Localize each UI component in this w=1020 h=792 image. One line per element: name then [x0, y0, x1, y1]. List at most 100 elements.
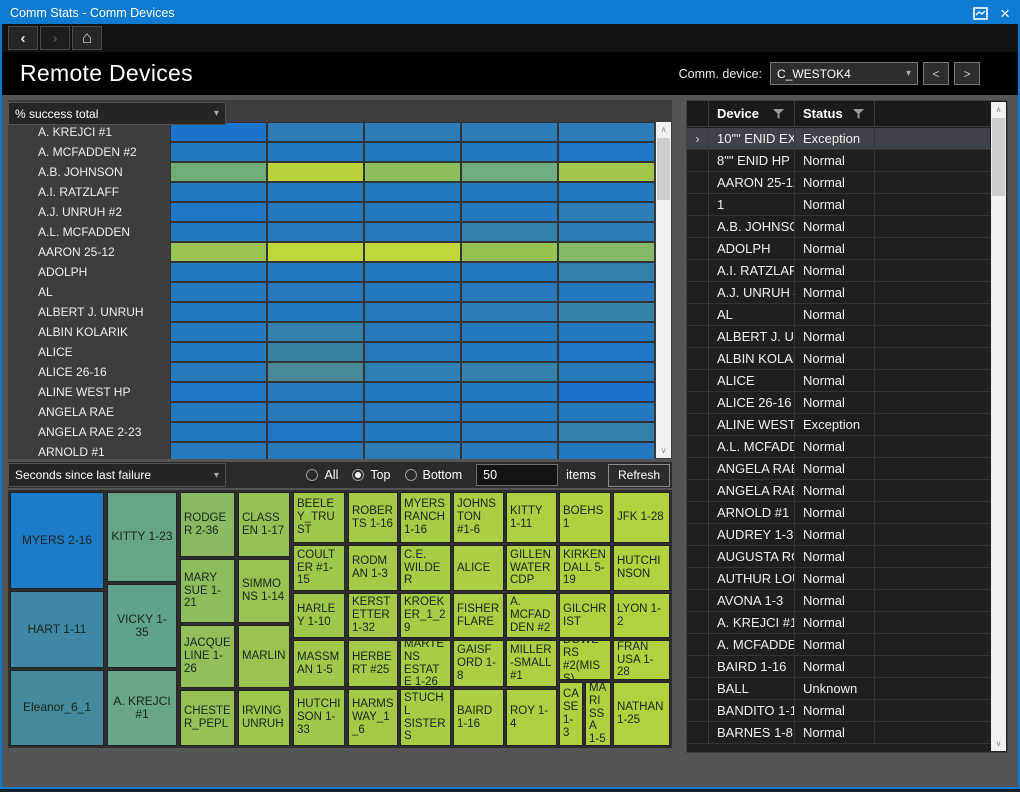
heatmap-cell[interactable]: [170, 302, 267, 322]
scroll-up-icon[interactable]: ∧: [656, 122, 671, 137]
treemap-cell[interactable]: GILLEN WATER CDP: [506, 545, 557, 591]
treemap-cell[interactable]: FISHER FLARE: [453, 593, 504, 638]
row-selector-cell[interactable]: [687, 392, 709, 413]
back-button[interactable]: ‹: [8, 26, 38, 50]
heatmap-cell[interactable]: [461, 202, 558, 222]
treemap-cell[interactable]: HARMSWAY_1_6: [348, 689, 398, 746]
treemap-cell[interactable]: LYON 1-2: [613, 593, 670, 638]
heatmap-cell[interactable]: [267, 222, 364, 242]
treemap-cell[interactable]: SIMMONS 1-14: [238, 559, 290, 623]
treemap-cell[interactable]: JACQUELINE 1-26: [180, 625, 235, 688]
trend-window-icon[interactable]: [973, 7, 988, 20]
treemap-cell[interactable]: RODMAN 1-3: [348, 545, 398, 591]
treemap-cell[interactable]: KROEKER_1_29: [400, 593, 451, 638]
heatmap-cell[interactable]: [461, 282, 558, 302]
treemap-cell[interactable]: STUCHL SISTERS: [400, 689, 451, 746]
table-row[interactable]: A.L. MCFADDENNormal: [687, 436, 990, 458]
heatmap-cell[interactable]: [461, 362, 558, 382]
scroll-down-icon[interactable]: ∨: [991, 736, 1006, 751]
device-column-header[interactable]: Device: [709, 101, 795, 126]
refresh-button[interactable]: Refresh: [608, 464, 670, 487]
row-selector-cell[interactable]: [687, 172, 709, 193]
treemap-cell[interactable]: BAIRD 1-16: [453, 689, 504, 746]
heatmap-cell[interactable]: [558, 182, 655, 202]
treemap-cell[interactable]: ROY 1-4: [506, 689, 557, 746]
treemap-cell[interactable]: A. KREJCI #1: [107, 670, 177, 746]
heatmap-cell[interactable]: [364, 222, 461, 242]
treemap-cell[interactable]: MARTENS ESTATE 1-26: [400, 640, 451, 687]
table-row[interactable]: A. MCFADDEN #2Normal: [687, 634, 990, 656]
home-button[interactable]: ⌂: [72, 26, 102, 50]
heatmap-cell[interactable]: [267, 342, 364, 362]
table-row[interactable]: ANGELA RAENormal: [687, 458, 990, 480]
row-selector-cell[interactable]: [687, 612, 709, 633]
row-selector-cell[interactable]: [687, 260, 709, 281]
heatmap-cell[interactable]: [558, 302, 655, 322]
treemap-cell[interactable]: Eleanor_6_1: [10, 670, 104, 746]
filter-icon[interactable]: [773, 109, 784, 119]
heatmap-cell[interactable]: [267, 322, 364, 342]
treemap-cell[interactable]: HUTCHISON 1-33: [293, 689, 345, 746]
table-row[interactable]: ALBERT J. UNRUHNormal: [687, 326, 990, 348]
table-row[interactable]: 8"" ENID HP MNormal: [687, 150, 990, 172]
heatmap-metric-select[interactable]: % success total ▾: [8, 102, 226, 125]
table-row[interactable]: ARNOLD #1Normal: [687, 502, 990, 524]
row-selector-cell[interactable]: [687, 678, 709, 699]
heatmap-cell[interactable]: [364, 402, 461, 422]
table-row[interactable]: 1Normal: [687, 194, 990, 216]
prev-device-button[interactable]: <: [923, 62, 949, 85]
row-selector-cell[interactable]: [687, 634, 709, 655]
row-selector-cell[interactable]: [687, 414, 709, 435]
next-device-button[interactable]: >: [954, 62, 980, 85]
heatmap-cell[interactable]: [364, 422, 461, 442]
heatmap-cell[interactable]: [364, 122, 461, 142]
heatmap-cell[interactable]: [364, 182, 461, 202]
treemap-cell[interactable]: VICKY 1-35: [107, 584, 177, 668]
heatmap-cell[interactable]: [558, 362, 655, 382]
table-row[interactable]: A.I. RATZLAFFNormal: [687, 260, 990, 282]
heatmap-cell[interactable]: [267, 262, 364, 282]
heatmap-cell[interactable]: [461, 322, 558, 342]
heatmap-cell[interactable]: [558, 242, 655, 262]
heatmap-cell[interactable]: [170, 222, 267, 242]
heatmap-cell[interactable]: [267, 402, 364, 422]
heatmap-cell[interactable]: [558, 222, 655, 242]
heatmap-cell[interactable]: [267, 442, 364, 459]
heatmap-cell[interactable]: [364, 262, 461, 282]
table-row[interactable]: ANGELA RAE 2-23Normal: [687, 480, 990, 502]
row-selector-cell[interactable]: [687, 458, 709, 479]
row-selector-cell[interactable]: [687, 700, 709, 721]
heatmap-cell[interactable]: [267, 142, 364, 162]
treemap-cell[interactable]: MILLER-SMALL #1: [506, 640, 557, 687]
items-count-input[interactable]: [476, 464, 558, 486]
heatmap-cell[interactable]: [558, 402, 655, 422]
heatmap-cell[interactable]: [267, 382, 364, 402]
row-selector-cell[interactable]: [687, 722, 709, 743]
treemap-cell[interactable]: DOWERS #2(MISS): [559, 640, 611, 680]
treemap-cell[interactable]: RODGER 2-36: [180, 492, 235, 557]
table-row[interactable]: AUGUSTA ROTNormal: [687, 546, 990, 568]
table-row[interactable]: ALICENormal: [687, 370, 990, 392]
table-row[interactable]: A.J. UNRUH #2Normal: [687, 282, 990, 304]
heatmap-cell[interactable]: [558, 142, 655, 162]
heatmap-cell[interactable]: [364, 442, 461, 459]
heatmap-cell[interactable]: [170, 162, 267, 182]
heatmap-cell[interactable]: [364, 322, 461, 342]
heatmap-cell[interactable]: [364, 162, 461, 182]
table-row[interactable]: ›10"" ENID EXTException: [687, 128, 990, 150]
scroll-up-icon[interactable]: ∧: [991, 102, 1006, 117]
heatmap-cell[interactable]: [461, 122, 558, 142]
heatmap-cell[interactable]: [170, 282, 267, 302]
row-selector-cell[interactable]: [687, 238, 709, 259]
heatmap-scrollbar-thumb[interactable]: [657, 138, 670, 200]
heatmap-cell[interactable]: [170, 182, 267, 202]
heatmap-cell[interactable]: [558, 162, 655, 182]
treemap-cell[interactable]: C.E. WILDER: [400, 545, 451, 591]
heatmap-cell[interactable]: [364, 142, 461, 162]
heatmap-cell[interactable]: [170, 442, 267, 459]
heatmap-cell[interactable]: [364, 242, 461, 262]
table-row[interactable]: BAIRD 1-16Normal: [687, 656, 990, 678]
radio-bottom-circle[interactable]: [405, 469, 417, 481]
table-scrollbar-thumb[interactable]: [992, 118, 1005, 196]
heatmap-cell[interactable]: [170, 262, 267, 282]
